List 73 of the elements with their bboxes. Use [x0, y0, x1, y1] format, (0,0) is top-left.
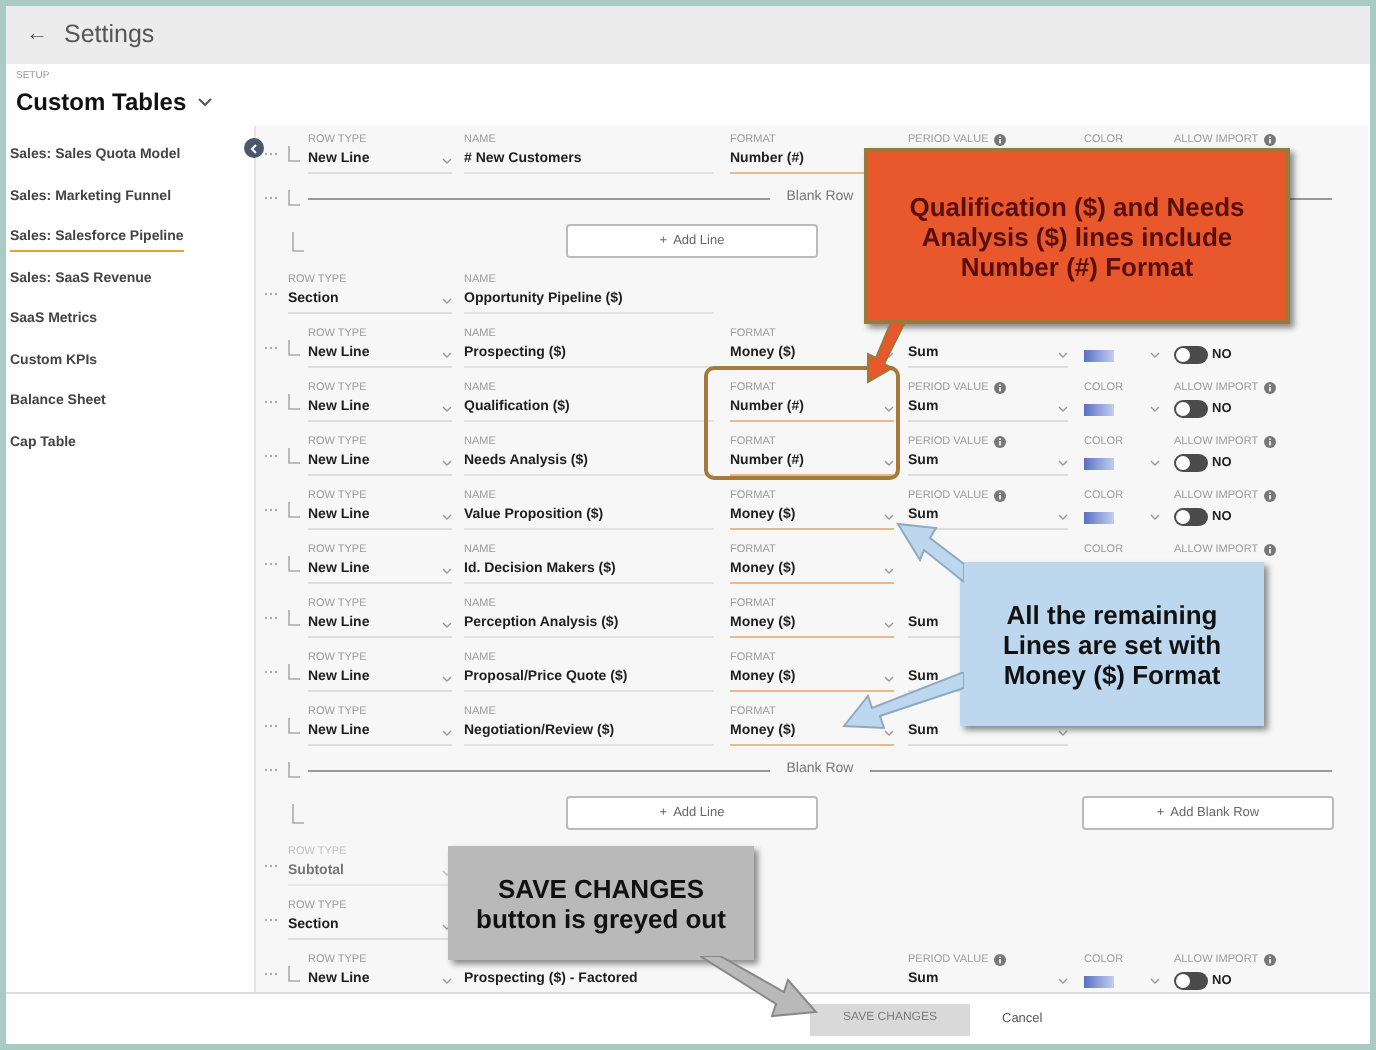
- branch-icon: [288, 555, 300, 571]
- branch-icon: [288, 190, 300, 206]
- info-icon: [1264, 544, 1277, 556]
- branch-icon: [288, 717, 300, 733]
- toggle-switch[interactable]: [1174, 400, 1208, 418]
- caret-icon: [1058, 513, 1068, 519]
- branch-icon: [288, 393, 300, 409]
- info-icon: [1264, 436, 1277, 448]
- callout-text: Qualification ($) and Needs Analysis ($) lines include Number (#) Format: [907, 191, 1247, 281]
- branch-icon: [288, 609, 300, 625]
- caret-icon: [884, 405, 894, 411]
- info-icon: [1264, 134, 1277, 146]
- caret-icon: [442, 351, 452, 357]
- caret-icon: [442, 157, 452, 163]
- caret-icon: [884, 459, 894, 465]
- toggle-switch[interactable]: [1174, 454, 1208, 472]
- branch-icon: [288, 965, 300, 981]
- caret-icon: [1058, 459, 1068, 465]
- color-swatch[interactable]: [1084, 975, 1114, 987]
- info-icon: [1264, 954, 1277, 966]
- color-swatch[interactable]: [1084, 349, 1114, 361]
- branch-icon: [288, 145, 300, 161]
- info-icon: [994, 490, 1007, 502]
- info-icon: [1264, 490, 1277, 502]
- page-heading: Custom Tables: [16, 86, 187, 121]
- toggle-switch[interactable]: [1174, 508, 1208, 526]
- caret-icon: [1058, 977, 1068, 983]
- chevron-down-icon[interactable]: [198, 98, 213, 107]
- callout-text: All the remaining Lines are set with Money ($) Format: [1000, 599, 1224, 689]
- branch-icon: [288, 447, 300, 463]
- caret-icon: [442, 729, 452, 735]
- color-swatch[interactable]: [1084, 457, 1114, 469]
- branch-icon: [288, 663, 300, 679]
- caret-icon: [884, 513, 894, 519]
- branch-icon: [292, 231, 304, 251]
- caret-icon: [442, 513, 452, 519]
- caret-icon: [884, 567, 894, 573]
- info-icon: [994, 134, 1007, 146]
- callout-text: SAVE CHANGES button is greyed out: [474, 873, 728, 933]
- caret-icon: [884, 675, 894, 681]
- drag-handle-icon[interactable]: [264, 196, 278, 200]
- caret-icon: [442, 675, 452, 681]
- caret-icon: [442, 297, 452, 303]
- info-icon: [994, 954, 1007, 966]
- toggle-switch[interactable]: [1174, 972, 1208, 990]
- info-icon: [994, 382, 1007, 394]
- info-icon: [1264, 382, 1277, 394]
- caret-icon: [1058, 351, 1068, 357]
- caret-icon: [1058, 729, 1068, 735]
- caret-icon: [1150, 352, 1160, 358]
- caret-icon: [1150, 978, 1160, 984]
- branch-icon: [288, 762, 300, 778]
- color-swatch[interactable]: [1084, 403, 1114, 415]
- back-arrow[interactable]: ←: [26, 18, 48, 52]
- caret-icon: [442, 405, 452, 411]
- caret-icon: [442, 567, 452, 573]
- caret-icon: [1150, 460, 1160, 466]
- caret-icon: [884, 621, 894, 627]
- caret-icon: [1150, 514, 1160, 520]
- drag-handle-icon[interactable]: [264, 768, 278, 772]
- caret-icon: [442, 977, 452, 983]
- caret-icon: [1058, 405, 1068, 411]
- caret-icon: [1150, 406, 1160, 412]
- chevron-left-icon: [250, 143, 258, 153]
- caret-icon: [442, 459, 452, 465]
- page-title: Settings: [64, 18, 155, 53]
- info-icon: [994, 436, 1007, 448]
- color-swatch[interactable]: [1084, 511, 1114, 523]
- branch-icon: [292, 803, 304, 823]
- branch-icon: [288, 339, 300, 355]
- branch-icon: [288, 501, 300, 517]
- toggle-switch[interactable]: [1174, 346, 1208, 364]
- caret-icon: [442, 621, 452, 627]
